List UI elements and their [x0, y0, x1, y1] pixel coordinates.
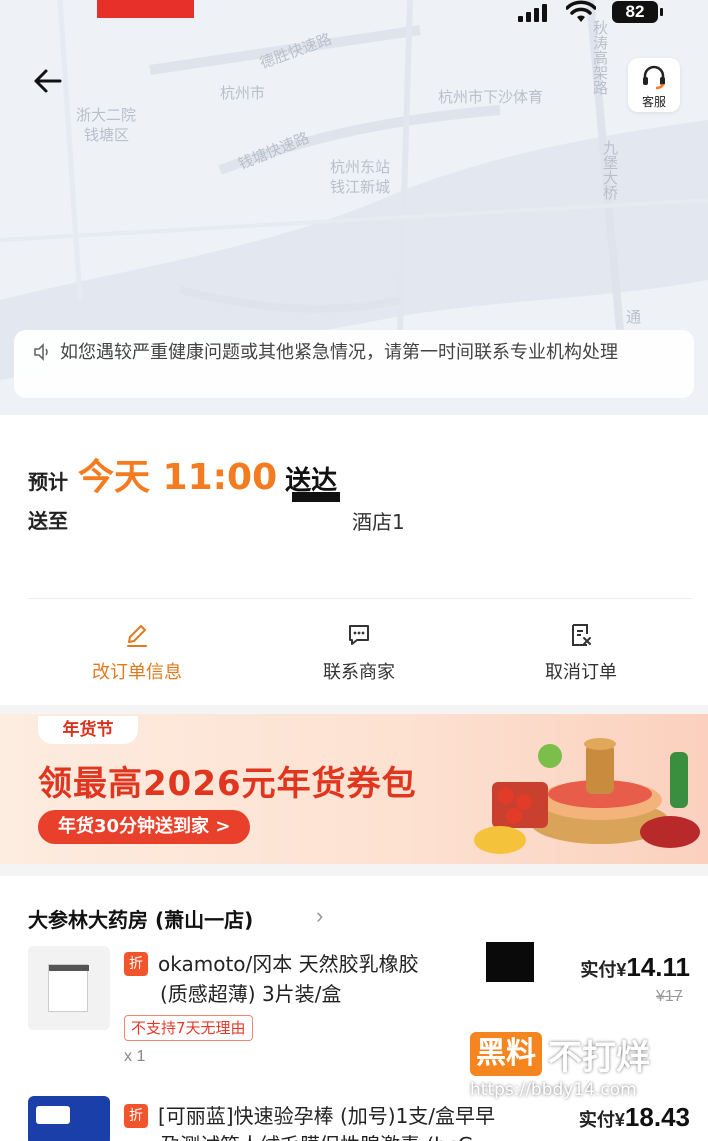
store-name[interactable]: 大参林大药房 (萧山一店)	[28, 904, 253, 933]
redaction-block	[486, 942, 534, 982]
edit-order-label: 改订单信息	[92, 662, 182, 683]
divider	[28, 598, 692, 599]
product-thumbnail[interactable]	[28, 946, 110, 1030]
product-name-line1: [可丽蓝]快速验孕棒 (加号)1支/盒早早	[158, 1104, 496, 1128]
address-text: 酒店1	[352, 510, 405, 534]
product-thumbnail[interactable]	[28, 1096, 110, 1141]
eta-prefix: 预计	[28, 470, 68, 494]
banner-tag: 年货节	[38, 716, 138, 744]
arrow-left-icon	[34, 69, 62, 93]
cancel-doc-icon	[572, 624, 591, 646]
notice-text: 如您遇较严重健康问题或其他紧急情况，请第一时间联系专业机构处理	[60, 342, 618, 363]
chevron-right-icon[interactable]: ›	[316, 903, 323, 929]
eta-time: 今天 11:00	[78, 457, 278, 498]
emergency-notice: 如您遇较严重健康问题或其他紧急情况，请第一时间联系专业机构处理	[14, 330, 694, 398]
product-brand-mark	[36, 1106, 70, 1124]
map-label: 钱塘区	[84, 126, 130, 144]
product-name-line2: (质感超薄) 3片装/盒	[160, 982, 342, 1006]
edit-order-button[interactable]: 改订单信息	[67, 622, 207, 684]
customer-service-button[interactable]: 客服	[628, 58, 680, 112]
paid-label: 实付	[578, 1110, 615, 1131]
contact-merchant-button[interactable]: 联系商家	[289, 622, 429, 684]
currency-symbol: ¥	[614, 1110, 625, 1130]
product-name-line2: 孕测试笔人绒毛膜促性腺激素 (hcG	[160, 1131, 473, 1141]
eta-row: 预计 今天 11:00 送达	[28, 448, 337, 498]
battery-indicator: 82	[612, 1, 663, 23]
price-value: 14.11	[626, 952, 690, 982]
watermark: 黑料 不打烊	[470, 1030, 650, 1078]
promo-banner[interactable]: 年货节 领最高2026元年货券包 年货30分钟送到家 >	[0, 714, 708, 864]
price-value: 18.43	[624, 1102, 690, 1132]
status-bar-indicator	[97, 0, 194, 18]
paid-label: 实付	[580, 960, 617, 981]
product-box-image	[48, 964, 89, 1012]
discount-badge: 折	[124, 952, 148, 976]
hotpot-illustration	[474, 738, 700, 854]
speaker-icon	[34, 343, 48, 361]
redaction-bar	[292, 492, 340, 502]
banner-headline: 领最高2026元年货券包	[38, 764, 417, 804]
watermark-brand-orange: 黑料	[470, 1032, 542, 1076]
map-label: 杭州东站	[330, 158, 391, 176]
paid-price: 实付¥18.43	[579, 1102, 690, 1133]
wifi-icon	[565, 0, 597, 30]
contact-merchant-label: 联系商家	[323, 662, 395, 683]
watermark-brand-white: 不打烊	[548, 1037, 650, 1078]
no-return-tag: 不支持7天无理由	[124, 1015, 253, 1041]
map-label: 浙大二院	[76, 106, 137, 124]
cancel-order-button[interactable]: 取消订单	[511, 622, 651, 684]
original-price: ¥17	[656, 988, 683, 1005]
discount-badge: 折	[124, 1104, 148, 1128]
customer-service-label: 客服	[641, 95, 666, 109]
product-name-line1: okamoto/冈本 天然胶乳橡胶	[158, 952, 419, 976]
signal-icon	[518, 4, 547, 22]
headset-icon	[643, 65, 665, 90]
banner-cta-button[interactable]: 年货30分钟送到家 >	[38, 810, 251, 844]
back-button[interactable]	[30, 64, 78, 108]
map-label: 通	[626, 308, 642, 326]
address-label: 送至	[28, 509, 68, 533]
chat-icon	[349, 625, 369, 645]
edit-icon	[127, 625, 147, 647]
map-label: 杭州市	[220, 84, 266, 102]
cancel-order-label: 取消订单	[545, 662, 617, 683]
currency-symbol: ¥	[616, 960, 627, 980]
quantity: x 1	[124, 1048, 146, 1065]
map-label: 秋涛高架路	[591, 20, 609, 95]
map-label: 钱江新城	[330, 178, 391, 196]
status-bar: 82	[0, 0, 708, 28]
paid-price: 实付¥14.11	[580, 952, 690, 983]
watermark-url: https://bbdy14.com	[470, 1080, 637, 1100]
map-label: 九堡大桥	[601, 140, 619, 200]
map-label: 杭州市下沙体育	[438, 88, 544, 106]
